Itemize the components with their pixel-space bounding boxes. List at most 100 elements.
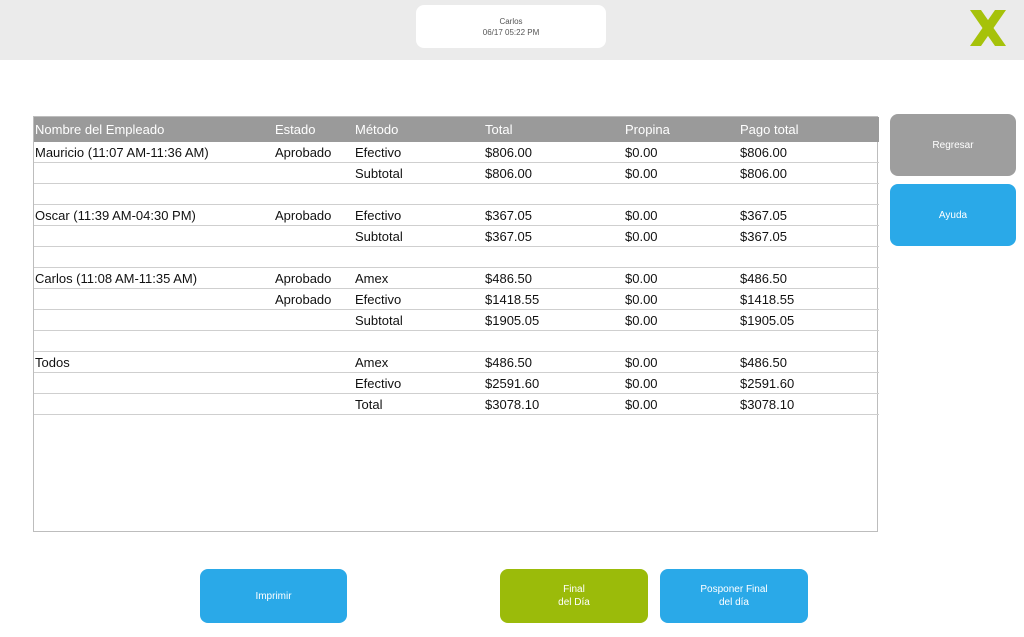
table-row: [34, 183, 879, 205]
table-cell: $1905.05: [739, 309, 879, 331]
table-row: Oscar (11:39 AM-04:30 PM) Aprobado Efectiv…: [34, 204, 879, 226]
help-button-label: Ayuda: [938, 209, 968, 221]
table-cell: $2591.60: [739, 372, 879, 394]
postpone-end-of-day-button[interactable]: Posponer Final del día: [660, 569, 808, 623]
table-cell: Subtotal: [354, 162, 484, 184]
table-row: Mauricio (11:07 AM-11:36 AM) Aprobado Efec…: [34, 142, 879, 163]
table-cell: $0.00: [624, 162, 739, 184]
table-cell: Aprobado: [274, 288, 354, 310]
print-button-label: Imprimir: [255, 590, 292, 602]
table-cell: Efectivo: [354, 204, 484, 226]
end-of-day-button-label: Final del Día: [558, 584, 590, 608]
table-cell: $0.00: [624, 267, 739, 289]
report-table-panel: Nombre del Empleado Estado Método Total Prop…: [33, 116, 879, 532]
table-cell: Oscar (11:39 AM-04:30 PM): [34, 204, 274, 226]
table-cell: $1418.55: [484, 288, 624, 310]
table-cell: [624, 330, 739, 352]
table-row: [34, 330, 879, 352]
table-row: Subtotal $1905.05 $0.00 $1905.05: [34, 309, 879, 331]
table-cell: $3078.10: [739, 393, 879, 415]
table-row: [34, 246, 879, 268]
table-cell: [354, 330, 484, 352]
table-cell: $806.00: [739, 142, 879, 163]
table-cell: $0.00: [624, 288, 739, 310]
table-cell: [274, 183, 354, 205]
table-cell: Efectivo: [354, 288, 484, 310]
table-cell: $0.00: [624, 372, 739, 394]
table-cell: Subtotal: [354, 225, 484, 247]
session-datetime: 06/17 05:22 PM: [482, 27, 540, 37]
table-cell: Mauricio (11:07 AM-11:36 AM): [34, 142, 274, 163]
table-row: Todos Amex $486.50 $0.00 $486.50: [34, 351, 879, 373]
table-cell: $806.00: [484, 162, 624, 184]
table-body: Mauricio (11:07 AM-11:36 AM) Aprobado Efec…: [34, 142, 879, 415]
table-cell: [34, 225, 274, 247]
table-cell: $0.00: [624, 351, 739, 373]
table-cell: Aprobado: [274, 267, 354, 289]
table-cell: [354, 246, 484, 268]
table-cell: [484, 183, 624, 205]
help-button[interactable]: Ayuda: [890, 184, 1016, 246]
table-cell: $486.50: [739, 351, 879, 373]
table-cell: $367.05: [739, 225, 879, 247]
table-cell: [274, 330, 354, 352]
table-cell: [739, 330, 879, 352]
table-cell: [484, 330, 624, 352]
table-cell: [274, 162, 354, 184]
back-button[interactable]: Regresar: [890, 114, 1016, 176]
table-row: Subtotal $367.05 $0.00 $367.05: [34, 225, 879, 247]
column-header: Total: [484, 117, 624, 142]
table-cell: Aprobado: [274, 142, 354, 163]
table-cell: $367.05: [484, 204, 624, 226]
table-cell: [624, 183, 739, 205]
table-cell: Amex: [354, 351, 484, 373]
end-of-day-button[interactable]: Final del Día: [500, 569, 648, 623]
table-cell: $486.50: [739, 267, 879, 289]
table-cell: [354, 183, 484, 205]
table-cell: [34, 288, 274, 310]
table-cell: $3078.10: [484, 393, 624, 415]
table-cell: [34, 309, 274, 331]
table-cell: [484, 246, 624, 268]
table-cell: $367.05: [739, 204, 879, 226]
table-cell: $1905.05: [484, 309, 624, 331]
table-cell: Efectivo: [354, 372, 484, 394]
column-header: Pago total: [739, 117, 879, 142]
table-row: Aprobado Efectivo $1418.55 $0.00 $1418.55: [34, 288, 879, 310]
table-cell: [274, 246, 354, 268]
table-cell: Subtotal: [354, 309, 484, 331]
table-cell: $0.00: [624, 309, 739, 331]
table-cell: [274, 309, 354, 331]
x-logo-icon[interactable]: [964, 6, 1012, 50]
table-cell: Aprobado: [274, 204, 354, 226]
table-cell: [274, 225, 354, 247]
user-name: Carlos: [499, 16, 523, 26]
table-cell: $486.50: [484, 351, 624, 373]
table-cell: [739, 246, 879, 268]
table-cell: [274, 351, 354, 373]
table-cell: Total: [354, 393, 484, 415]
table-cell: Todos: [34, 351, 274, 373]
table-cell: $0.00: [624, 204, 739, 226]
table-cell: [34, 246, 274, 268]
table-cell: $806.00: [739, 162, 879, 184]
table-cell: [274, 393, 354, 415]
table-cell: Amex: [354, 267, 484, 289]
table-row: Carlos (11:08 AM-11:35 AM) Aprobado Amex $4…: [34, 267, 879, 289]
table-cell: $486.50: [484, 267, 624, 289]
table-cell: $0.00: [624, 393, 739, 415]
table-cell: $0.00: [624, 225, 739, 247]
end-of-day-report-table: Nombre del Empleado Estado Método Total Prop…: [34, 117, 879, 415]
table-cell: [34, 393, 274, 415]
table-cell: $2591.60: [484, 372, 624, 394]
column-header: Nombre del Empleado: [34, 117, 274, 142]
table-cell: $1418.55: [739, 288, 879, 310]
print-button[interactable]: Imprimir: [200, 569, 347, 623]
table-row: Total $3078.10 $0.00 $3078.10: [34, 393, 879, 415]
table-cell: Efectivo: [354, 142, 484, 163]
table-cell: [624, 246, 739, 268]
table-cell: [34, 372, 274, 394]
user-info-card: Carlos 06/17 05:22 PM: [416, 5, 606, 48]
table-cell: $806.00: [484, 142, 624, 163]
postpone-button-label: Posponer Final del día: [700, 584, 768, 608]
